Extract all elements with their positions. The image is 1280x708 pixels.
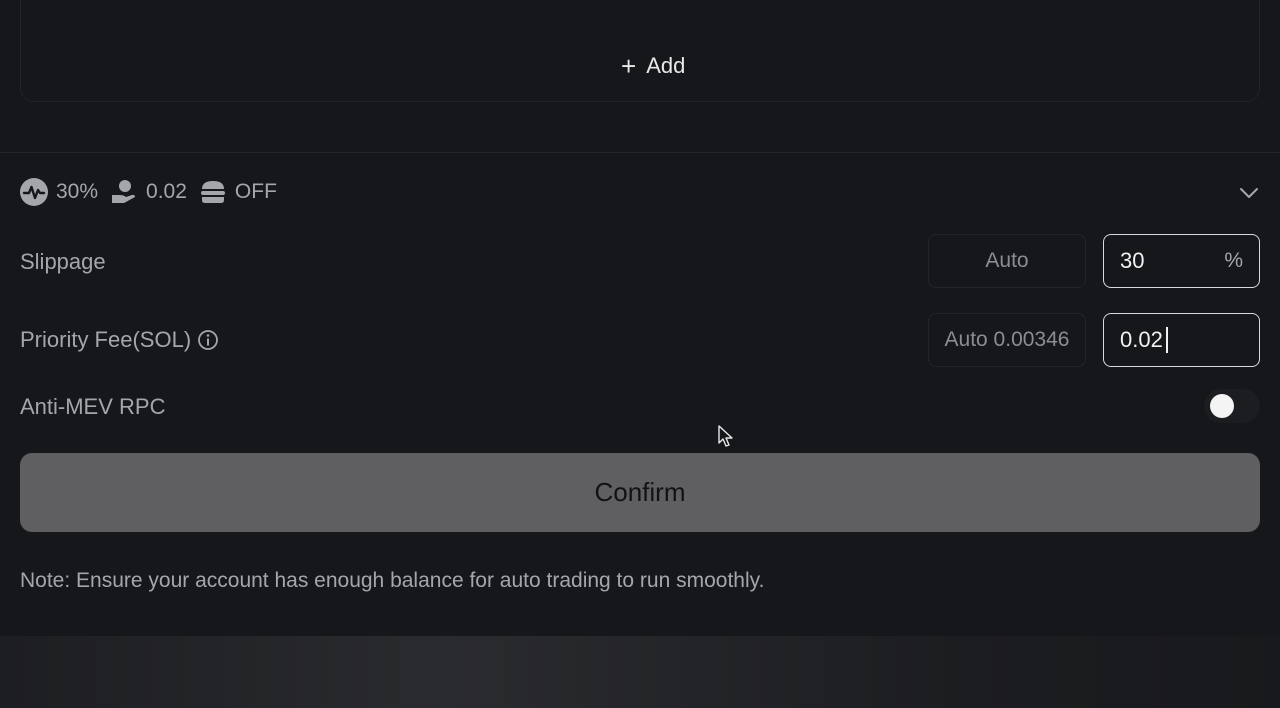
slippage-auto-button[interactable]: Auto <box>928 234 1086 288</box>
toggle-knob <box>1210 394 1234 418</box>
gas-hand-icon <box>112 180 136 203</box>
slippage-label: Slippage <box>20 249 106 275</box>
add-label: Add <box>646 53 686 78</box>
summary-slippage: 30% <box>20 178 98 206</box>
burger-icon <box>200 181 225 203</box>
summary-priority-fee: 0.02 <box>110 178 187 206</box>
mouse-cursor-icon <box>718 425 733 447</box>
percent-unit: % <box>1224 249 1243 272</box>
slippage-label-text: Slippage <box>20 249 106 274</box>
priority-fee-label-text: Priority Fee(SOL) <box>20 327 192 352</box>
priority-fee-auto-button[interactable]: Auto 0.00346 <box>928 313 1086 367</box>
bottom-background <box>0 636 1280 708</box>
priority-fee-input[interactable] <box>1120 327 1243 353</box>
pulse-icon <box>20 178 48 206</box>
chevron-down-icon[interactable] <box>1238 182 1260 204</box>
add-button[interactable]: + Add <box>621 53 685 79</box>
text-caret <box>1166 327 1168 353</box>
anti-mev-label-text: Anti-MEV RPC <box>20 394 166 419</box>
slippage-input[interactable] <box>1120 248 1225 274</box>
plus-icon: + <box>621 51 637 81</box>
summary-anti-mev-value: OFF <box>234 180 277 203</box>
add-card: + Add <box>20 0 1260 102</box>
section-divider <box>0 152 1280 153</box>
priority-fee-input-box <box>1103 313 1260 367</box>
slippage-input-box: % <box>1103 234 1260 288</box>
priority-fee-label: Priority Fee(SOL) <box>20 327 219 353</box>
info-icon[interactable] <box>197 329 219 351</box>
settings-summary[interactable]: 30% 0.02 OFF <box>20 178 277 206</box>
note-text: Note: Ensure your account has enough bal… <box>20 569 765 592</box>
summary-anti-mev: OFF <box>199 178 277 206</box>
trade-settings-panel: + Add 30% 0.02 OFF Slippage Auto 30 % Pr… <box>0 0 1280 708</box>
anti-mev-toggle[interactable] <box>1204 389 1260 423</box>
confirm-button[interactable]: Confirm <box>20 453 1260 532</box>
anti-mev-label: Anti-MEV RPC <box>20 394 165 420</box>
summary-slippage-value: 30% <box>56 180 99 203</box>
summary-priority-fee-value: 0.02 <box>146 180 187 203</box>
